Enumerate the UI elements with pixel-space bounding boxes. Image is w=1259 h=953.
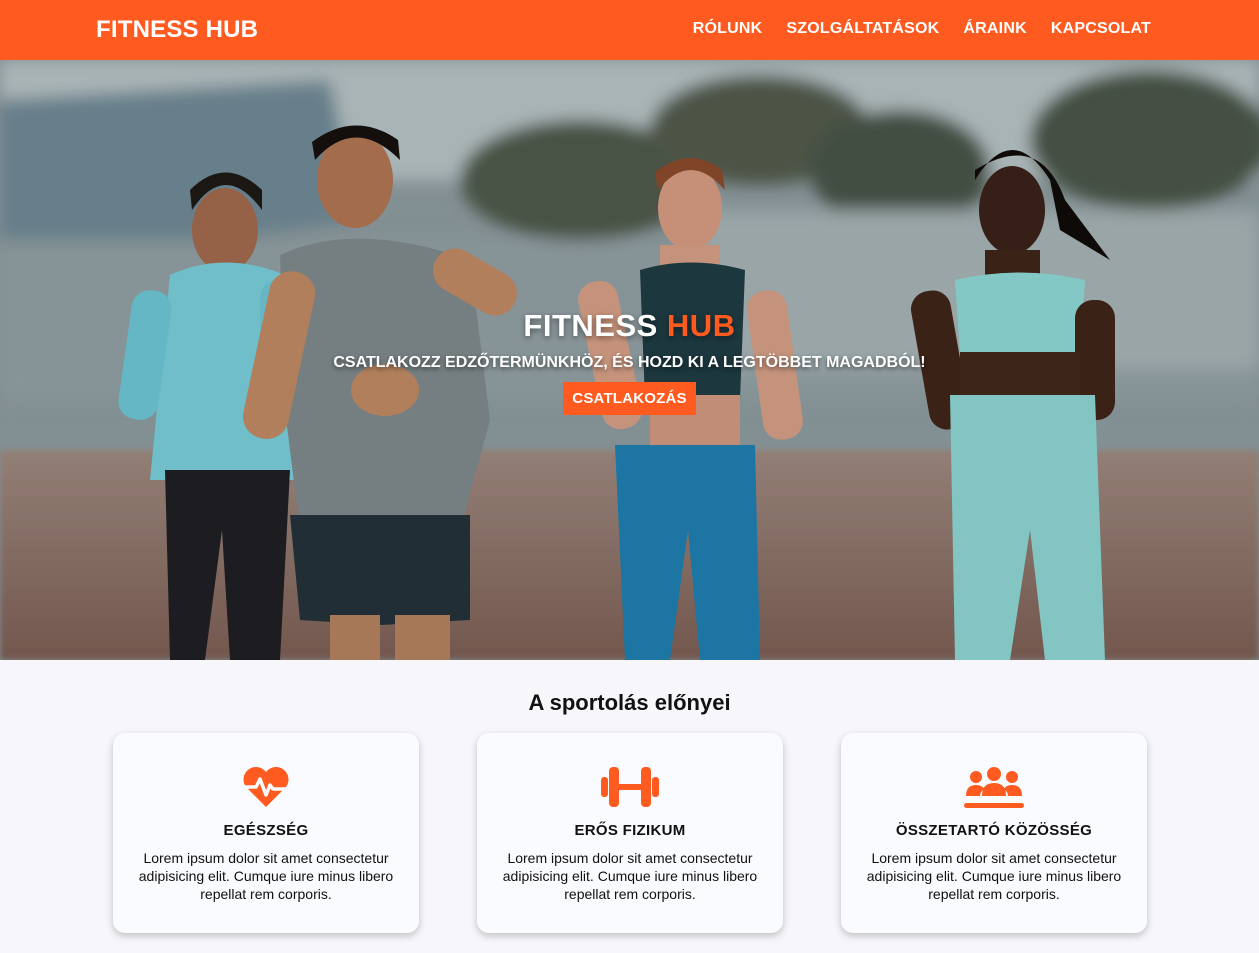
benefit-card-title: EGÉSZSÉG	[223, 822, 309, 839]
hero-title: FITNESS HUB	[0, 308, 1259, 344]
benefit-card-text: Lorem ipsum dolor sit amet consectetur a…	[866, 850, 1122, 902]
join-button[interactable]: CSATLAKOZÁS	[563, 382, 696, 415]
benefit-card-title: ERŐS FIZIKUM	[574, 822, 686, 839]
nav-link-araink[interactable]: ÁRAINK	[963, 20, 1026, 38]
benefit-card-title: ÖSSZETARTÓ KÖZÖSSÉG	[895, 822, 1093, 839]
benefit-card-text: Lorem ipsum dolor sit amet consectetur a…	[502, 850, 758, 902]
nav-link-kapcsolat[interactable]: KAPCSOLAT	[1051, 20, 1151, 38]
hero-title-main: FITNESS	[523, 308, 658, 343]
hero-title-accent: HUB	[666, 308, 736, 343]
nav-link-szolgaltatasok[interactable]: SZOLGÁLTATÁSOK	[786, 20, 939, 38]
people-group-icon	[841, 765, 1147, 813]
benefit-card-strength: ERŐS FIZIKUM Lorem ipsum dolor sit amet …	[477, 733, 783, 933]
brand-logo[interactable]: FITNESS HUB	[96, 16, 258, 44]
benefit-card-community: ÖSSZETARTÓ KÖZÖSSÉG Lorem ipsum dolor si…	[841, 733, 1147, 933]
benefit-card-health: EGÉSZSÉG Lorem ipsum dolor sit amet cons…	[113, 733, 419, 933]
hero-subtitle: CSATLAKOZZ EDZŐTERMÜNKHÖZ, ÉS HOZD KI A …	[333, 354, 926, 371]
hero-section: FITNESS HUB CSATLAKOZZ EDZŐTERMÜNKHÖZ, É…	[0, 60, 1259, 660]
hero-content: FITNESS HUB CSATLAKOZZ EDZŐTERMÜNKHÖZ, É…	[0, 308, 1259, 415]
benefit-card-text: Lorem ipsum dolor sit amet consectetur a…	[138, 850, 394, 902]
benefits-title: A sportolás előnyei	[528, 690, 731, 715]
heart-pulse-icon	[113, 765, 419, 813]
nav-links: RÓLUNK SZOLGÁLTATÁSOK ÁRAINK KAPCSOLAT	[693, 20, 1151, 38]
dumbbell-icon	[477, 765, 783, 813]
navbar: FITNESS HUB RÓLUNK SZOLGÁLTATÁSOK ÁRAINK…	[0, 0, 1259, 60]
nav-link-rolunk[interactable]: RÓLUNK	[693, 20, 763, 38]
